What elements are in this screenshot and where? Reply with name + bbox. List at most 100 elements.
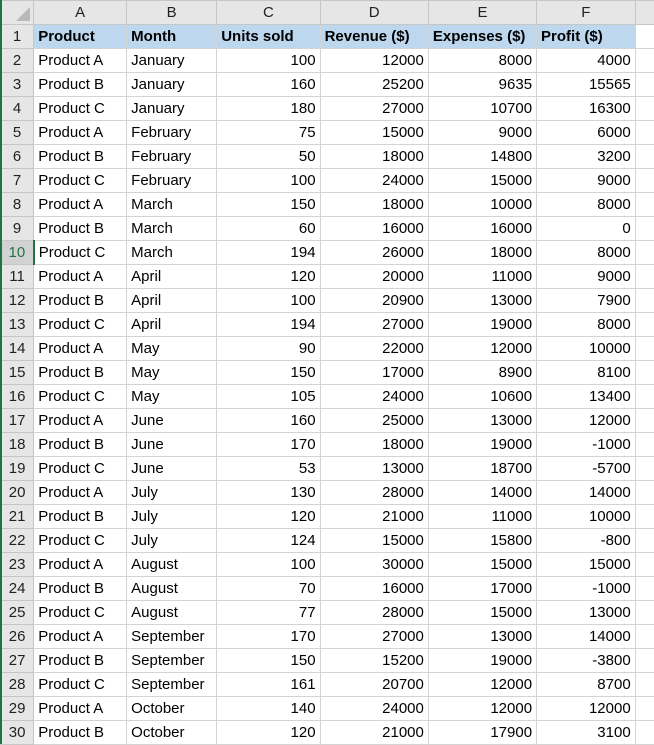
column-header-e[interactable]: E <box>428 1 536 25</box>
cell-month[interactable]: May <box>127 337 217 361</box>
cell-revenue[interactable]: 20900 <box>320 289 428 313</box>
cell-product[interactable]: Product C <box>34 241 127 265</box>
cell-product[interactable]: Product A <box>34 121 127 145</box>
row-header[interactable]: 20 <box>1 481 34 505</box>
empty-cell[interactable] <box>635 457 654 481</box>
cell-profit[interactable]: -800 <box>537 529 636 553</box>
cell-revenue[interactable]: 30000 <box>320 553 428 577</box>
cell-expenses[interactable]: 15000 <box>428 169 536 193</box>
row-header[interactable]: 19 <box>1 457 34 481</box>
cell-expenses[interactable]: 19000 <box>428 313 536 337</box>
cell-profit[interactable]: 9000 <box>537 169 636 193</box>
empty-cell[interactable] <box>635 505 654 529</box>
cell-product[interactable]: Product A <box>34 193 127 217</box>
cell-profit[interactable]: -1000 <box>537 433 636 457</box>
row-header[interactable]: 15 <box>1 361 34 385</box>
cell-revenue[interactable]: 15000 <box>320 529 428 553</box>
cell-product[interactable]: Product A <box>34 625 127 649</box>
cell-expenses[interactable]: 11000 <box>428 265 536 289</box>
cell-month[interactable]: June <box>127 409 217 433</box>
cell-expenses[interactable]: 10600 <box>428 385 536 409</box>
column-header-f[interactable]: F <box>537 1 636 25</box>
row-header[interactable]: 25 <box>1 601 34 625</box>
cell-revenue[interactable]: 17000 <box>320 361 428 385</box>
cell-profit[interactable]: -1000 <box>537 577 636 601</box>
row-header[interactable]: 24 <box>1 577 34 601</box>
row-header[interactable]: 7 <box>1 169 34 193</box>
cell-profit[interactable]: 14000 <box>537 481 636 505</box>
empty-cell[interactable] <box>635 313 654 337</box>
cell-expenses[interactable]: 9000 <box>428 121 536 145</box>
empty-cell[interactable] <box>635 217 654 241</box>
cell-month[interactable]: May <box>127 385 217 409</box>
cell-month[interactable]: September <box>127 649 217 673</box>
row-header[interactable]: 18 <box>1 433 34 457</box>
cell-revenue[interactable]: 20700 <box>320 673 428 697</box>
header-cell-profit[interactable]: Profit ($) <box>537 25 636 49</box>
cell-product[interactable]: Product B <box>34 73 127 97</box>
cell-product[interactable]: Product A <box>34 553 127 577</box>
empty-cell[interactable] <box>635 385 654 409</box>
empty-cell[interactable] <box>635 97 654 121</box>
header-cell-product[interactable]: Product <box>34 25 127 49</box>
row-header[interactable]: 30 <box>1 721 34 745</box>
empty-cell[interactable] <box>635 169 654 193</box>
cell-product[interactable]: Product C <box>34 529 127 553</box>
cell-product[interactable]: Product A <box>34 265 127 289</box>
row-header[interactable]: 28 <box>1 673 34 697</box>
row-header[interactable]: 11 <box>1 265 34 289</box>
cell-month[interactable]: June <box>127 433 217 457</box>
cell-month[interactable]: July <box>127 505 217 529</box>
cell-units[interactable]: 120 <box>217 505 320 529</box>
cell-profit[interactable]: 10000 <box>537 337 636 361</box>
cell-month[interactable]: January <box>127 49 217 73</box>
cell-units[interactable]: 130 <box>217 481 320 505</box>
cell-expenses[interactable]: 8900 <box>428 361 536 385</box>
cell-revenue[interactable]: 28000 <box>320 481 428 505</box>
cell-expenses[interactable]: 13000 <box>428 289 536 313</box>
cell-profit[interactable]: 0 <box>537 217 636 241</box>
cell-profit[interactable]: 9000 <box>537 265 636 289</box>
cell-expenses[interactable]: 10000 <box>428 193 536 217</box>
cell-revenue[interactable]: 26000 <box>320 241 428 265</box>
cell-expenses[interactable]: 19000 <box>428 433 536 457</box>
cell-revenue[interactable]: 15000 <box>320 121 428 145</box>
cell-revenue[interactable]: 13000 <box>320 457 428 481</box>
row-header[interactable]: 21 <box>1 505 34 529</box>
cell-product[interactable]: Product C <box>34 673 127 697</box>
cell-expenses[interactable]: 12000 <box>428 673 536 697</box>
cell-month[interactable]: September <box>127 673 217 697</box>
row-header[interactable]: 23 <box>1 553 34 577</box>
cell-expenses[interactable]: 14800 <box>428 145 536 169</box>
row-header[interactable]: 8 <box>1 193 34 217</box>
empty-cell[interactable] <box>635 289 654 313</box>
cell-month[interactable]: June <box>127 457 217 481</box>
cell-product[interactable]: Product B <box>34 289 127 313</box>
cell-month[interactable]: January <box>127 97 217 121</box>
cell-profit[interactable]: 8000 <box>537 193 636 217</box>
cell-units[interactable]: 100 <box>217 289 320 313</box>
cell-units[interactable]: 100 <box>217 49 320 73</box>
cell-product[interactable]: Product B <box>34 361 127 385</box>
cell-revenue[interactable]: 25000 <box>320 409 428 433</box>
empty-cell[interactable] <box>635 409 654 433</box>
cell-revenue[interactable]: 28000 <box>320 601 428 625</box>
row-header[interactable]: 1 <box>1 25 34 49</box>
empty-cell[interactable] <box>635 337 654 361</box>
cell-units[interactable]: 160 <box>217 409 320 433</box>
cell-units[interactable]: 100 <box>217 553 320 577</box>
cell-product[interactable]: Product A <box>34 697 127 721</box>
cell-profit[interactable]: 3200 <box>537 145 636 169</box>
cell-expenses[interactable]: 15000 <box>428 553 536 577</box>
empty-cell[interactable] <box>635 697 654 721</box>
cell-units[interactable]: 50 <box>217 145 320 169</box>
cell-profit[interactable]: 8700 <box>537 673 636 697</box>
empty-cell[interactable] <box>635 553 654 577</box>
cell-month[interactable]: September <box>127 625 217 649</box>
empty-cell[interactable] <box>635 673 654 697</box>
row-header[interactable]: 10 <box>1 241 34 265</box>
empty-cell[interactable] <box>635 625 654 649</box>
cell-units[interactable]: 194 <box>217 241 320 265</box>
row-header[interactable]: 6 <box>1 145 34 169</box>
cell-month[interactable]: March <box>127 217 217 241</box>
